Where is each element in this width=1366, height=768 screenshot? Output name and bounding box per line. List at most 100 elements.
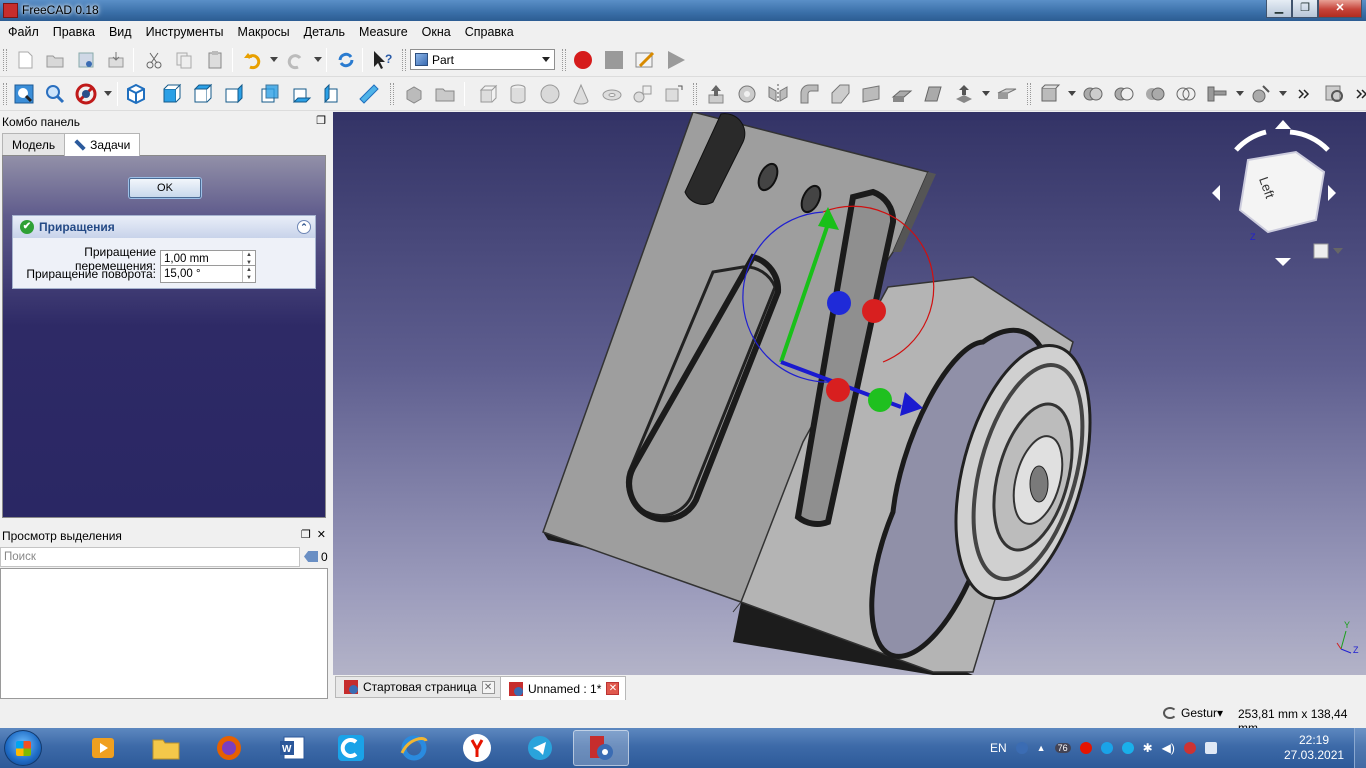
volume-icon[interactable]: ◀)	[1162, 741, 1175, 755]
new-file-icon[interactable]	[13, 48, 37, 72]
join-dropdown-icon[interactable]	[1236, 91, 1244, 96]
chamfer-icon[interactable]	[828, 82, 852, 106]
menu-edit[interactable]: Правка	[46, 22, 102, 42]
view-left-icon[interactable]	[321, 82, 345, 106]
save-icon[interactable]	[74, 48, 98, 72]
redo-dropdown-icon[interactable]	[314, 57, 322, 62]
copy-icon[interactable]	[172, 48, 196, 72]
extrude-icon[interactable]	[704, 82, 728, 106]
collapse-icon[interactable]: ⌃	[297, 220, 311, 234]
close-dock-icon[interactable]: ✕	[317, 528, 326, 541]
yandex-browser-app-icon[interactable]	[449, 730, 505, 766]
cut-boolean-icon[interactable]	[1112, 82, 1136, 106]
ccleaner-app-icon[interactable]	[323, 730, 379, 766]
tab-start-page[interactable]: Стартовая страница ✕	[335, 676, 502, 698]
maximize-button[interactable]: ❐	[1292, 0, 1318, 18]
make-face-icon[interactable]	[859, 82, 883, 106]
loft-icon[interactable]	[921, 82, 945, 106]
mirror-icon[interactable]	[766, 82, 790, 106]
menu-view[interactable]: Вид	[102, 22, 139, 42]
undo-dropdown-icon[interactable]	[270, 57, 278, 62]
view-bottom-icon[interactable]	[290, 82, 314, 106]
firefox-app-icon[interactable]	[201, 730, 257, 766]
menu-tools[interactable]: Инструменты	[139, 22, 231, 42]
ccleaner-tray-icon[interactable]	[1100, 742, 1113, 754]
tab-model[interactable]: Модель	[2, 133, 66, 155]
join-features-icon[interactable]	[1205, 82, 1229, 106]
internet-explorer-app-icon[interactable]	[386, 730, 442, 766]
close-button[interactable]: ✕	[1318, 0, 1362, 18]
tab-unnamed[interactable]: Unnamed : 1* ✕	[500, 676, 627, 700]
close-tab-icon[interactable]: ✕	[481, 680, 495, 694]
cut-icon[interactable]	[142, 48, 166, 72]
help-icon[interactable]	[1015, 742, 1028, 754]
menu-macros[interactable]: Макросы	[231, 22, 297, 42]
workbench-selector[interactable]: Part	[410, 49, 555, 70]
tab-tasks[interactable]: Задачи	[64, 133, 141, 156]
save-as-icon[interactable]	[104, 48, 128, 72]
selection-list[interactable]	[0, 568, 328, 699]
toolbar-grip[interactable]	[3, 49, 7, 71]
revolve-icon[interactable]	[735, 82, 759, 106]
selection-search-input[interactable]: Поиск	[0, 547, 300, 567]
open-folder-icon[interactable]	[43, 48, 67, 72]
split-icon[interactable]	[1249, 82, 1273, 106]
minimize-button[interactable]: ▁	[1266, 0, 1292, 18]
tray-arrow-icon[interactable]: ▲	[1037, 743, 1046, 753]
telegram-app-icon[interactable]	[512, 730, 568, 766]
view-right-icon[interactable]	[222, 82, 246, 106]
tray-badge[interactable]: 76	[1054, 743, 1071, 753]
fusion-icon[interactable]	[1143, 82, 1167, 106]
run-macro-icon[interactable]	[664, 48, 688, 72]
float-dock-icon[interactable]: ❐	[301, 528, 311, 541]
cube-icon[interactable]	[476, 82, 500, 106]
create-group-icon[interactable]	[433, 82, 457, 106]
menu-measure[interactable]: Measure	[352, 22, 415, 42]
common-icon[interactable]	[1174, 82, 1198, 106]
media-player-app-icon[interactable]	[75, 730, 131, 766]
edit-macro-icon[interactable]	[633, 48, 657, 72]
section-icon[interactable]	[995, 82, 1019, 106]
fillet-icon[interactable]	[797, 82, 821, 106]
more-tools-icon[interactable]	[1292, 82, 1316, 106]
yandex-tray-icon[interactable]	[1079, 742, 1092, 754]
clear-search-icon[interactable]	[304, 551, 318, 562]
view-top-icon[interactable]	[191, 82, 215, 106]
draw-style-dropdown-icon[interactable]	[104, 91, 112, 96]
show-desktop-button[interactable]	[1354, 728, 1366, 768]
menu-file[interactable]: Файл	[1, 22, 46, 42]
compound-dropdown-icon[interactable]	[1068, 91, 1076, 96]
menu-part[interactable]: Деталь	[297, 22, 352, 42]
create-part-icon[interactable]	[402, 82, 426, 106]
navigation-cube[interactable]: Z Left	[1206, 120, 1346, 270]
ruled-surface-icon[interactable]	[890, 82, 914, 106]
fit-all-icon[interactable]	[12, 82, 36, 106]
rotation-increment-input[interactable]: 15,00 ° ▲ ▼	[160, 265, 256, 283]
view-front-icon[interactable]	[160, 82, 184, 106]
more-tools-2-icon[interactable]	[1350, 82, 1366, 106]
torus-icon[interactable]	[600, 82, 624, 106]
draw-style-icon[interactable]	[74, 82, 98, 106]
sweep-icon[interactable]	[952, 82, 976, 106]
paste-icon[interactable]	[203, 48, 227, 72]
undo-icon[interactable]	[240, 48, 264, 72]
view-isometric-icon[interactable]	[124, 82, 148, 106]
record-macro-icon[interactable]	[571, 48, 595, 72]
whats-this-icon[interactable]: ?	[370, 48, 394, 72]
split-dropdown-icon[interactable]	[1279, 91, 1287, 96]
measure-tool-icon[interactable]	[1323, 82, 1347, 106]
3d-viewport[interactable]: Z Left Y Z	[333, 112, 1366, 675]
explorer-app-icon[interactable]	[138, 730, 194, 766]
boolean-icon[interactable]	[1081, 82, 1105, 106]
compound-icon[interactable]	[1038, 82, 1062, 106]
navigation-style-selector[interactable]: Gestur▾	[1163, 706, 1223, 720]
redo-icon[interactable]	[284, 48, 308, 72]
system-clock[interactable]: 22:19 27.03.2021	[1284, 733, 1344, 763]
start-button[interactable]	[4, 730, 42, 766]
language-indicator[interactable]: EN	[990, 741, 1007, 755]
menu-help[interactable]: Справка	[458, 22, 521, 42]
shape-builder-icon[interactable]	[662, 82, 686, 106]
word-app-icon[interactable]: W	[264, 730, 320, 766]
action-center-icon[interactable]	[1204, 742, 1217, 754]
fit-selection-icon[interactable]	[43, 82, 67, 106]
